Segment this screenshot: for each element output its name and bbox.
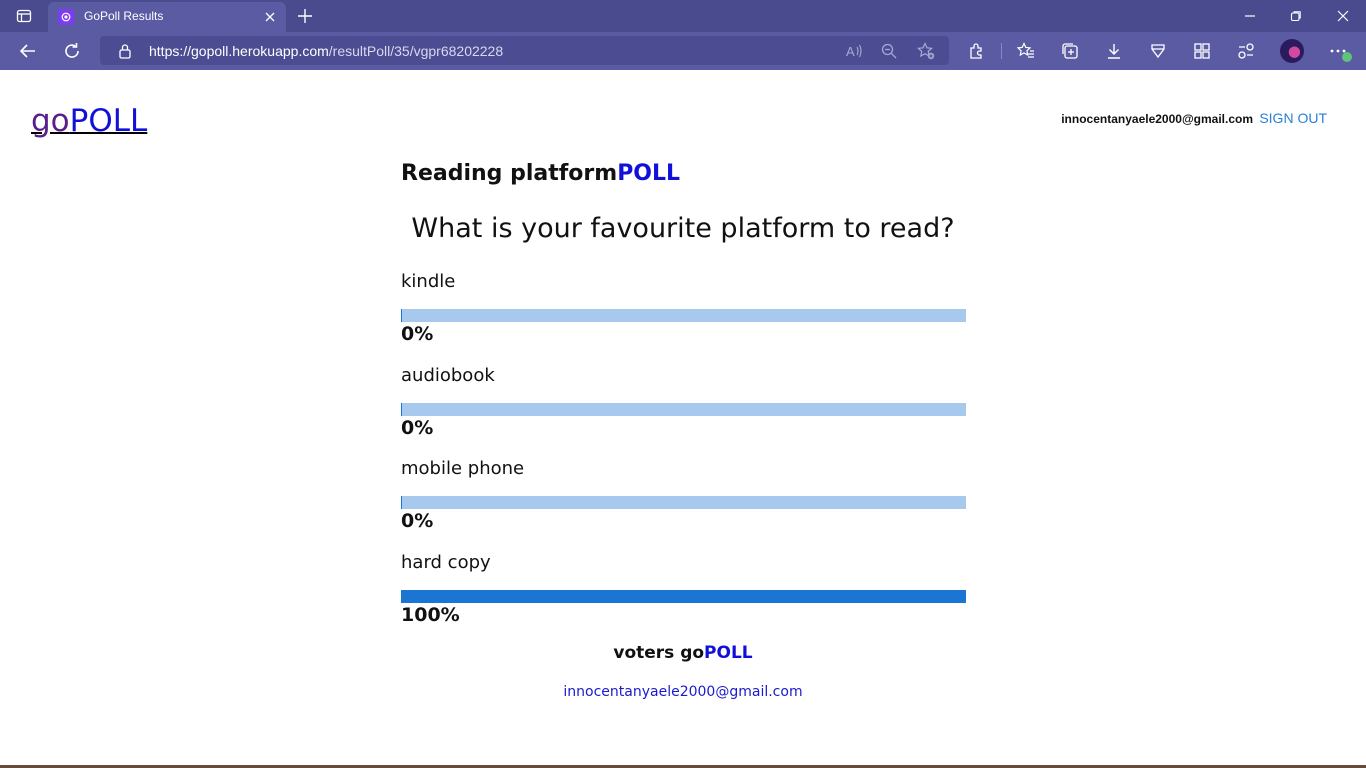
- result-bar: [401, 403, 966, 416]
- option-percent: 0%: [401, 323, 434, 345]
- poll-question: What is your favourite platform to read?: [411, 213, 955, 244]
- downloads-icon[interactable]: [1102, 39, 1126, 63]
- new-tab-icon[interactable]: [294, 5, 316, 27]
- address-bar[interactable]: https://gopoll.herokuapp.com/resultPoll/…: [100, 36, 949, 65]
- option-label: hard copy: [401, 552, 491, 573]
- svg-text:A: A: [846, 44, 855, 59]
- collections-icon[interactable]: [1058, 39, 1082, 63]
- lock-icon[interactable]: [118, 43, 132, 59]
- profile-avatar[interactable]: [1280, 39, 1304, 63]
- option-label: mobile phone: [401, 458, 525, 479]
- gopoll-logo-link[interactable]: goPOLL: [31, 103, 147, 139]
- close-tab-icon[interactable]: [262, 9, 278, 25]
- restore-icon[interactable]: [1284, 4, 1308, 28]
- result-bar: [401, 590, 966, 603]
- browser-tabstrip: GoPoll Results: [0, 0, 1366, 32]
- sign-out-link[interactable]: SIGN OUT: [1259, 110, 1327, 126]
- refresh-icon[interactable]: [60, 39, 84, 63]
- option-percent: 0%: [401, 510, 434, 532]
- result-bar: [401, 309, 966, 322]
- url-text[interactable]: https://gopoll.herokuapp.com/resultPoll/…: [149, 43, 503, 59]
- result-bar-fill: [401, 496, 402, 509]
- option-percent: 100%: [401, 604, 460, 626]
- voter-email: innocentanyaele2000@gmail.com: [563, 684, 803, 700]
- update-badge-icon: [1342, 52, 1352, 62]
- browser-tab-active[interactable]: GoPoll Results: [48, 2, 286, 32]
- browser-toolbar: https://gopoll.herokuapp.com/resultPoll/…: [0, 32, 1366, 70]
- extensions-icon[interactable]: [965, 39, 989, 63]
- close-window-icon[interactable]: [1331, 4, 1355, 28]
- performance-icon[interactable]: [1234, 39, 1258, 63]
- result-bar-fill: [401, 403, 402, 416]
- apps-icon[interactable]: [1190, 39, 1214, 63]
- add-favorite-icon[interactable]: [916, 41, 936, 61]
- result-bar-fill: [401, 309, 402, 322]
- option-percent: 0%: [401, 417, 434, 439]
- browser-essentials-icon[interactable]: [1146, 39, 1170, 63]
- voters-heading: voters goPOLL: [613, 643, 753, 663]
- tab-actions-icon[interactable]: [10, 6, 38, 26]
- poll-title: Reading platformPOLL: [401, 161, 681, 186]
- back-icon[interactable]: [16, 39, 40, 63]
- option-label: kindle: [401, 271, 456, 292]
- read-aloud-icon[interactable]: A: [844, 41, 864, 61]
- zoom-out-icon[interactable]: [879, 41, 899, 61]
- signed-in-user-email: innocentanyaele2000@gmail.com: [1061, 112, 1253, 126]
- option-label: audiobook: [401, 365, 495, 386]
- result-bar: [401, 496, 966, 509]
- result-bar-fill: [401, 590, 966, 603]
- tab-title: GoPoll Results: [84, 9, 164, 23]
- toolbar-divider: [1001, 43, 1002, 59]
- favorites-icon[interactable]: [1014, 39, 1038, 63]
- minimize-icon[interactable]: [1238, 4, 1262, 28]
- gopoll-favicon-icon: [58, 9, 74, 25]
